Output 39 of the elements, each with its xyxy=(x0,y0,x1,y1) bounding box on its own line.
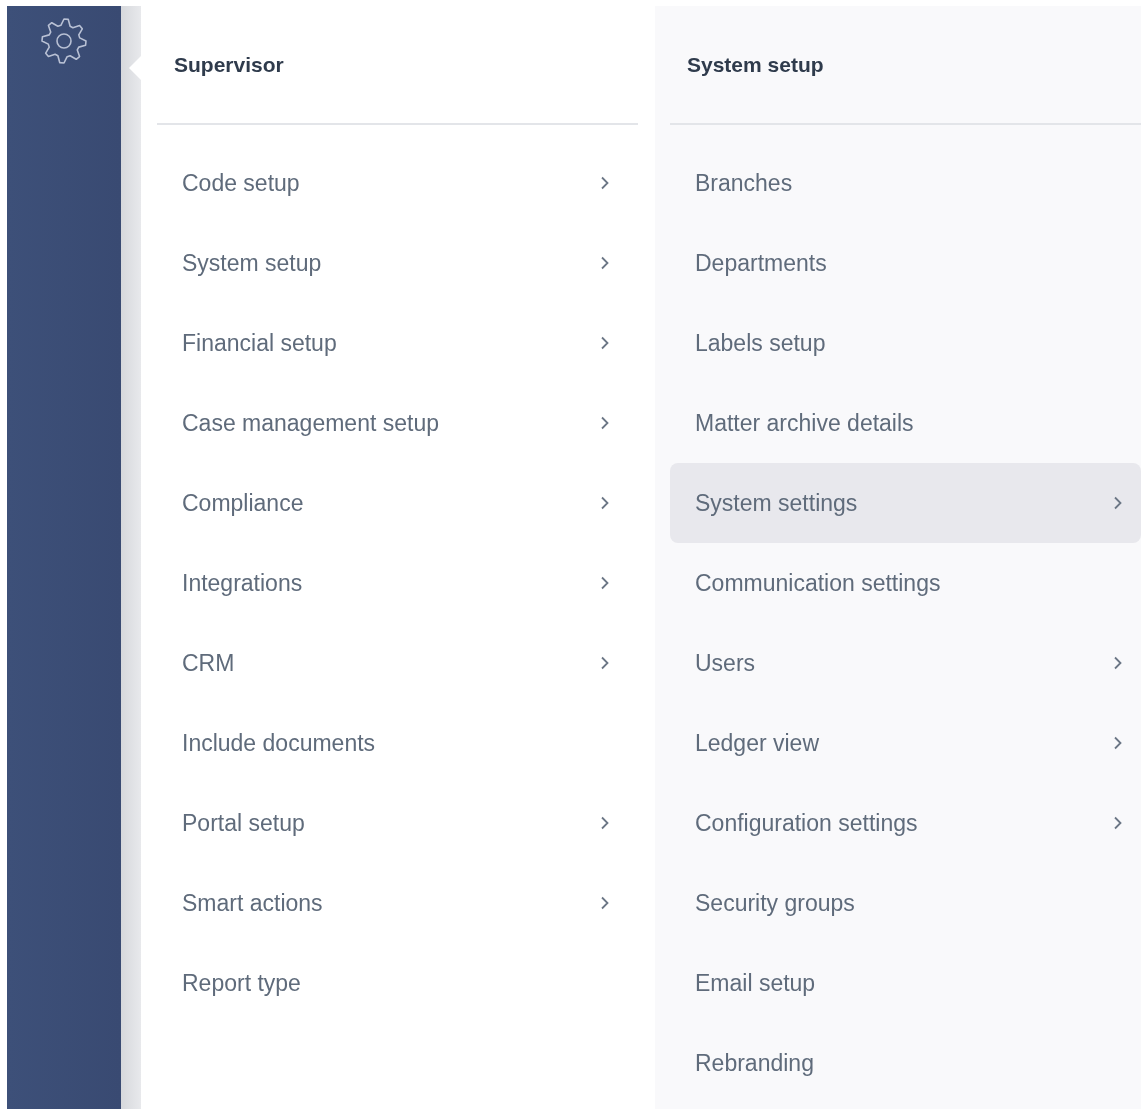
menu-item[interactable]: Security groups xyxy=(670,863,1141,943)
menu-item[interactable]: Users xyxy=(670,623,1141,703)
chevron-right-icon xyxy=(600,256,610,270)
menu-item[interactable]: Rebranding xyxy=(670,1023,1141,1103)
chevron-right-icon xyxy=(1113,736,1123,750)
menu-item[interactable]: Ledger view xyxy=(670,703,1141,783)
menu-item[interactable]: Compliance xyxy=(157,463,638,543)
chevron-right-icon xyxy=(600,576,610,590)
chevron-right-icon xyxy=(600,896,610,910)
menu-item[interactable]: Integrations xyxy=(157,543,638,623)
chevron-right-icon xyxy=(600,336,610,350)
chevron-right-icon xyxy=(600,496,610,510)
menu-item[interactable]: CRM xyxy=(157,623,638,703)
settings-icon[interactable] xyxy=(39,16,89,66)
panel-title: Supervisor xyxy=(174,52,284,77)
menu-item[interactable]: Include documents xyxy=(157,703,638,783)
menu-item[interactable]: Communication settings xyxy=(670,543,1141,623)
panel-title: System setup xyxy=(687,52,824,77)
chevron-right-icon xyxy=(1113,656,1123,670)
menu-item[interactable]: Email setup xyxy=(670,943,1141,1023)
menu-item[interactable]: System settings xyxy=(670,463,1141,543)
chevron-right-icon xyxy=(600,176,610,190)
menu-item[interactable]: Labels setup xyxy=(670,303,1141,383)
menu-item[interactable]: Report type xyxy=(157,943,638,1023)
menu-item[interactable]: Code setup xyxy=(157,143,638,223)
menu-item[interactable]: Departments xyxy=(670,223,1141,303)
menu-item[interactable]: Financial setup xyxy=(157,303,638,383)
chevron-right-icon xyxy=(1113,496,1123,510)
menu-item[interactable]: System setup xyxy=(157,223,638,303)
menu-item[interactable]: Configuration settings xyxy=(670,783,1141,863)
menu-item[interactable]: Case management setup xyxy=(157,383,638,463)
chevron-right-icon xyxy=(600,656,610,670)
menu-item[interactable]: Matter archive details xyxy=(670,383,1141,463)
menu-item[interactable]: Smart actions xyxy=(157,863,638,943)
chevron-right-icon xyxy=(1113,816,1123,830)
menu-item[interactable]: Branches xyxy=(670,143,1141,223)
chevron-right-icon xyxy=(600,816,610,830)
menu-item[interactable]: Portal setup xyxy=(157,783,638,863)
chevron-right-icon xyxy=(600,416,610,430)
